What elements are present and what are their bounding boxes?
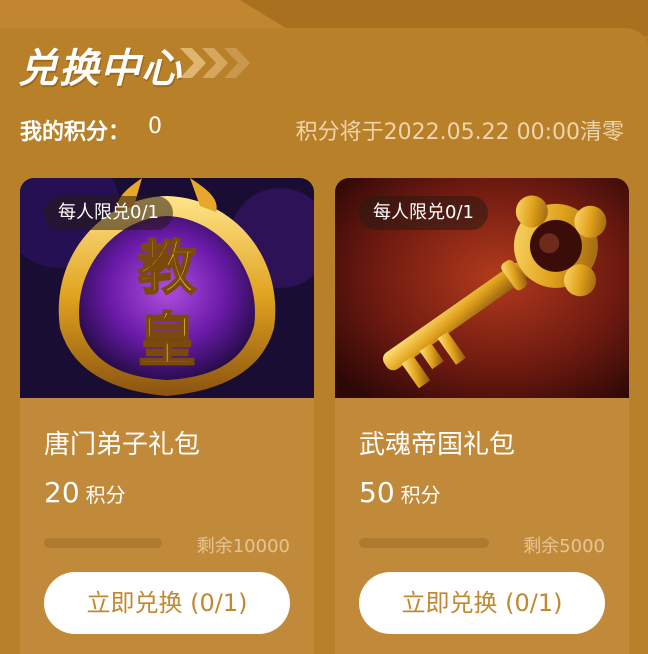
redeem-button[interactable]: 立即兑换 (0/1) <box>359 572 605 634</box>
remaining-count: 剩余5000 <box>523 536 605 557</box>
gift-name: 唐门弟子礼包 <box>44 430 201 460</box>
my-points-value: 0 <box>148 114 162 139</box>
chevrons-decoration-icon <box>180 48 250 78</box>
badge-char-top: 教 <box>138 234 196 302</box>
gift-price: 50 积分 <box>359 476 441 509</box>
points-expire-notice: 积分将于2022.05.22 00:00清零 <box>295 120 624 145</box>
price-value: 20 <box>44 476 80 509</box>
limit-badge: 每人限兑0/1 <box>44 196 173 230</box>
price-value: 50 <box>359 476 395 509</box>
gift-price: 20 积分 <box>44 476 126 509</box>
stock-progress-bar <box>359 538 489 548</box>
remaining-count: 剩余10000 <box>196 536 290 557</box>
badge-char-bottom: 皇 <box>138 306 196 374</box>
gift-name: 武魂帝国礼包 <box>359 430 516 460</box>
price-unit: 积分 <box>85 483 126 507</box>
redeem-button[interactable]: 立即兑换 (0/1) <box>44 572 290 634</box>
my-points-label: 我的积分： <box>20 120 131 145</box>
gift-card-wuhun: 每人限兑0/1 武魂帝国礼包 50 积分 剩余5000 立即兑换 (0/1) <box>335 178 629 654</box>
gift-card-tangmen: 教 皇 每人限兑0/1 唐门弟子礼包 20 积分 剩余10000 立即兑换 (0/… <box>20 178 314 654</box>
page-title: 兑换中心 <box>18 46 182 92</box>
price-unit: 积分 <box>400 483 441 507</box>
stock-progress-bar <box>44 538 162 548</box>
limit-badge: 每人限兑0/1 <box>359 196 488 230</box>
